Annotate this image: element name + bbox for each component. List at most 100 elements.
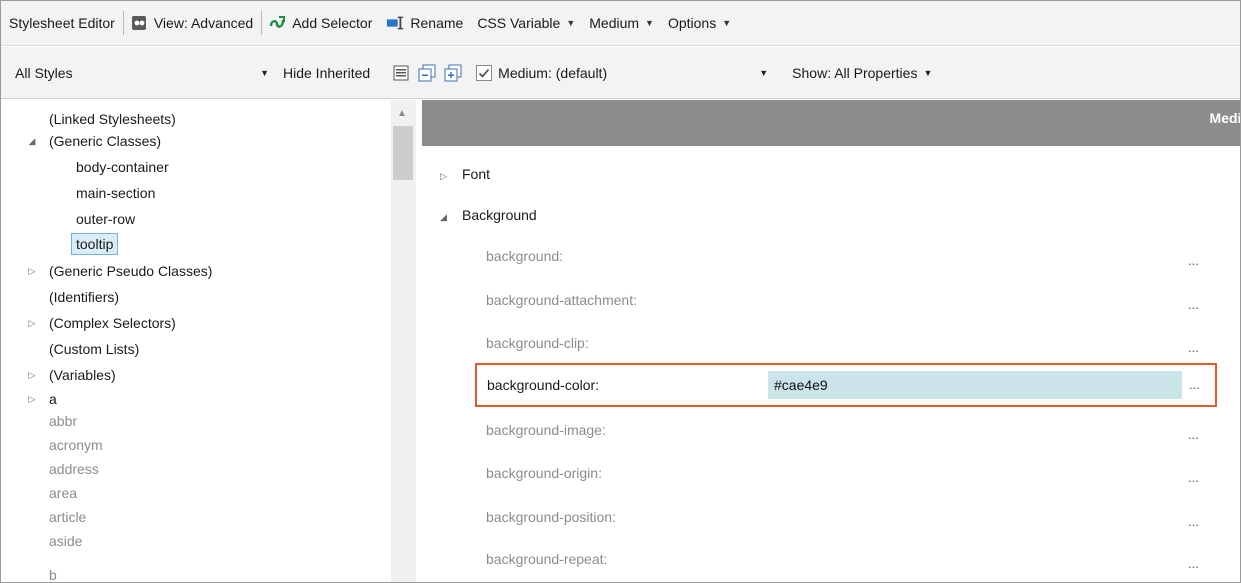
tree-item-identifiers[interactable]: (Identifiers) [49,286,119,308]
property-background-image[interactable]: background-image: [486,419,606,441]
tree-item-aside[interactable]: aside [49,530,82,552]
rename-button[interactable]: Rename [386,14,463,32]
tree-item-area[interactable]: area [49,482,77,504]
options-menu[interactable]: Options ▼ [668,15,731,31]
category-font[interactable]: ▷ Font [440,163,490,185]
category-expand-icon[interactable]: ▷ [440,165,462,187]
tree-item-article[interactable]: article [49,506,86,528]
chevron-down-icon: ▼ [923,67,933,78]
tree-item-label: (Generic Classes) [49,133,162,149]
tree-expand-icon[interactable]: ▷ [25,364,39,386]
view-advanced-button[interactable]: View: Advanced [130,14,253,32]
add-selector-icon [268,14,286,32]
tree-item-label: tooltip [76,236,114,252]
rename-label: Rename [410,15,464,31]
tree-scrollbar[interactable]: ▲ [391,100,416,582]
property-more-button[interactable]: ... [1188,424,1199,446]
tree-item-complex-selectors[interactable]: ▷ (Complex Selectors) [29,312,176,334]
property-background-origin[interactable]: background-origin: [486,462,602,484]
tree-item-label: body-container [76,159,169,175]
editor-title-text: Stylesheet Editor [9,15,115,31]
add-selector-label: Add Selector [292,15,373,31]
property-background-clip[interactable]: background-clip: [486,332,589,354]
show-properties-label: Show: All Properties [792,64,918,81]
tree-item-generic-classes[interactable]: ◢ (Generic Classes) [29,130,162,152]
tree-item-linked-stylesheets[interactable]: (Linked Stylesheets) [49,108,176,130]
css-variable-menu[interactable]: CSS Variable ▼ [477,15,575,31]
tree-item-body-container[interactable]: body-container [76,156,169,178]
tree-item-generic-pseudo-classes[interactable]: ▷ (Generic Pseudo Classes) [29,260,213,282]
hide-inherited-button[interactable]: Hide Inherited [283,65,370,81]
property-background[interactable]: background: [486,245,563,267]
property-panel-header: Mediu [422,100,1240,146]
property-name: background-repeat: [486,551,608,567]
stylesheet-editor-window: Stylesheet Editor View: Advanced Add Sel… [0,0,1241,583]
more-label: ... [1188,470,1199,485]
list-view-icon[interactable] [392,64,410,82]
tree-expand-icon[interactable]: ▷ [25,388,39,410]
property-background-repeat[interactable]: background-repeat: [486,548,607,570]
tree-item-label: address [49,461,99,477]
show-properties-dropdown[interactable]: Show: All Properties ▼ [780,57,941,88]
property-background-position[interactable]: background-position: [486,506,616,528]
category-label: Font [462,166,491,182]
more-label: ... [1188,556,1199,571]
tree-item-acronym[interactable]: acronym [49,434,103,456]
tree-item-variables[interactable]: ▷ (Variables) [29,364,116,386]
tree-item-address[interactable]: address [49,458,99,480]
tree-item-tooltip[interactable]: tooltip [71,233,119,255]
property-more-button[interactable]: ... [1188,294,1199,316]
options-label: Options [667,15,717,31]
property-more-button[interactable]: ... [1189,374,1200,396]
property-name: background-origin: [486,465,602,481]
tree-item-b[interactable]: b [49,564,57,582]
hide-inherited-label: Hide Inherited [283,64,371,81]
property-background-color-row[interactable]: background-color: #cae4e9 ... [475,363,1217,407]
more-label: ... [1188,340,1199,355]
tree-item-a[interactable]: ▷ a [29,388,57,410]
styles-dropdown-value: All Styles [15,64,73,81]
toolbar-separator [122,11,124,35]
property-more-button[interactable]: ... [1188,250,1199,272]
property-more-button[interactable]: ... [1188,511,1199,533]
tree-collapse-icon[interactable]: ◢ [25,130,39,152]
scrollbar-thumb[interactable] [393,126,413,180]
property-name: background-attachment: [486,292,637,308]
property-more-button[interactable]: ... [1188,337,1199,359]
background-color-value-field[interactable]: #cae4e9 [768,371,1182,399]
tree-item-label: (Custom Lists) [49,341,140,357]
tree-item-label: outer-row [76,211,136,227]
tree-expand-icon[interactable]: ▷ [25,312,39,334]
medium-menu[interactable]: Medium ▼ [589,15,654,31]
medium-dropdown[interactable]: Medium: (default) ▼ [498,57,777,88]
tree-expand-icon[interactable]: ▷ [25,260,39,282]
property-name: background-image: [486,422,606,438]
add-selector-button[interactable]: Add Selector [268,14,372,32]
tree-item-label: acronym [49,437,103,453]
category-label: Background [462,207,537,223]
scroll-up-icon[interactable]: ▲ [397,108,407,119]
toolbar-separator [261,11,263,35]
property-more-button[interactable]: ... [1188,467,1199,489]
expand-all-icon[interactable] [444,64,462,82]
styles-dropdown[interactable]: All Styles ▼ [7,57,277,88]
category-background[interactable]: ◢ Background [440,204,537,226]
collapse-all-icon[interactable] [418,64,436,82]
tree-item-custom-lists[interactable]: (Custom Lists) [49,338,139,360]
category-collapse-icon[interactable]: ◢ [440,206,462,228]
tree-item-outer-row[interactable]: outer-row [76,208,135,230]
chevron-down-icon: ▼ [566,18,576,28]
tree-item-label: (Linked Stylesheets) [49,111,176,127]
chevron-down-icon: ▼ [260,67,269,78]
main-toolbar: Stylesheet Editor View: Advanced Add Sel… [1,1,1240,46]
property-background-attachment[interactable]: background-attachment: [486,289,637,311]
tree-item-main-section[interactable]: main-section [76,182,155,204]
tree-item-label: area [49,485,78,501]
property-more-button[interactable]: ... [1188,553,1199,575]
rename-icon [386,14,404,32]
medium-checkbox[interactable] [476,64,493,81]
tree-item-abbr[interactable]: abbr [49,410,77,432]
tree-item-label: article [49,509,87,525]
view-advanced-label: View: Advanced [153,15,254,31]
checkmark-icon [479,68,490,78]
